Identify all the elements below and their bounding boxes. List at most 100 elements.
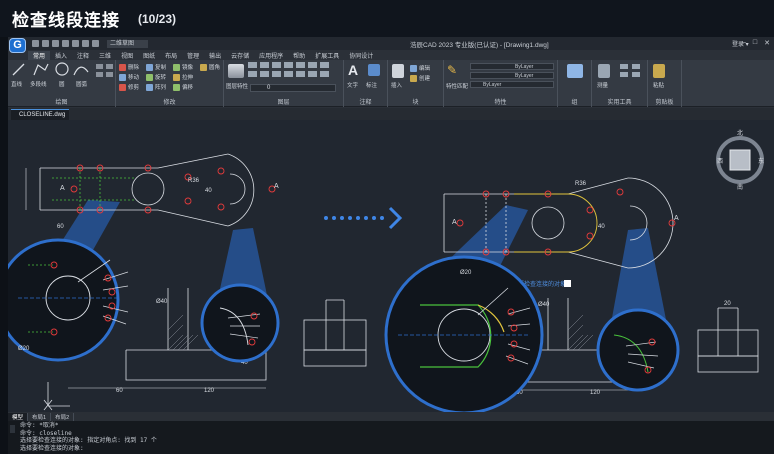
drawing-canvas[interactable]: R36 40 60 A A Ø40 40 60 120 Ø20 R36 40 A… <box>8 120 774 412</box>
left-dim-40: 40 <box>205 188 212 194</box>
open-icon[interactable] <box>42 40 49 47</box>
minimize-button[interactable]: — <box>739 39 746 47</box>
layer-properties-icon[interactable] <box>228 64 244 78</box>
tab-layout[interactable]: 布局 <box>160 51 182 60</box>
viewcube-north[interactable]: 北 <box>737 129 743 137</box>
left-magnifier-dim: Ø20 <box>18 346 30 352</box>
fillet-label: 圆角 <box>209 65 221 71</box>
fillet-button[interactable]: 圆角 <box>200 63 220 71</box>
insert-block-button[interactable]: 插入 <box>391 81 402 89</box>
move-button[interactable]: 移动 <box>119 73 139 81</box>
paste-button[interactable]: 粘贴 <box>653 81 664 89</box>
file-tab[interactable]: CLOSELINE.dwg <box>11 109 69 120</box>
tab-output[interactable]: 输出 <box>204 51 226 60</box>
layer-properties-button[interactable]: 图层特性 <box>226 82 248 90</box>
view-cube: 北 西 东 南 <box>716 129 764 191</box>
tab-home[interactable]: 常用 <box>28 50 51 60</box>
tab-layout1[interactable]: 布局1 <box>28 412 52 421</box>
offset-button[interactable]: 偏移 <box>173 83 193 91</box>
array-button[interactable]: 阵列 <box>146 83 166 91</box>
command-window[interactable]: 命令: *取消* 命令: closeline 选择要检查连接的对象: 指定对角点… <box>8 421 774 454</box>
color-dropdown[interactable]: ByLayer <box>470 63 554 70</box>
ribbon-group-utilities-label: 实用工具 <box>607 100 632 106</box>
tab-extensions[interactable]: 扩展工具 <box>310 51 344 60</box>
ribbon-group-groups-label: 组 <box>571 100 578 106</box>
ribbon-group-clipboard-label: 剪贴板 <box>655 100 674 106</box>
tab-3d[interactable]: 三维 <box>94 51 116 60</box>
mirror-button[interactable]: 镜像 <box>173 63 193 71</box>
text-button[interactable]: 文字 <box>347 81 358 89</box>
new-icon[interactable] <box>32 40 39 47</box>
tab-collab[interactable]: 协同设计 <box>344 51 378 60</box>
tab-apps[interactable]: 应用程序 <box>254 51 288 60</box>
viewcube-west[interactable]: 西 <box>717 158 723 165</box>
measure-button[interactable]: 测量 <box>597 81 608 89</box>
command-prompt[interactable]: 选择要检查连接的对象: <box>20 445 774 453</box>
left-magnifier-small <box>200 283 280 363</box>
create-block-button[interactable]: 创建 <box>410 74 430 82</box>
arc-button[interactable]: 圆弧 <box>76 80 87 88</box>
viewcube-east[interactable]: 东 <box>758 157 764 165</box>
ribbon-group-annotation-label: 注释 <box>359 100 372 106</box>
match-properties-button[interactable]: 特性匹配 <box>446 82 468 90</box>
offset-label: 偏移 <box>182 85 194 91</box>
command-line-3: 选择要检查连接的对象: 指定对角点: 找到 17 个 <box>20 437 157 444</box>
maximize-button[interactable]: □ <box>753 39 757 47</box>
command-window-grip[interactable] <box>10 425 15 433</box>
dimension-button[interactable]: 标注 <box>366 81 377 89</box>
tab-view[interactable]: 视图 <box>116 51 138 60</box>
tab-layout2[interactable]: 布局2 <box>51 412 75 421</box>
paste-icon[interactable] <box>653 64 665 78</box>
close-button[interactable]: ✕ <box>764 39 770 47</box>
tab-cloud[interactable]: 云存储 <box>226 51 254 60</box>
create-block-icon <box>410 74 417 82</box>
viewcube-south[interactable]: 南 <box>737 183 743 191</box>
dimension-icon[interactable] <box>368 64 380 76</box>
trim-button[interactable]: 修剪 <box>119 83 139 91</box>
transition-arrow <box>324 206 403 230</box>
draw-tools-icons <box>12 62 113 77</box>
copy-button[interactable]: 复制 <box>146 63 166 71</box>
polyline-button[interactable]: 多段线 <box>30 80 47 88</box>
mirror-label: 镜像 <box>182 65 194 71</box>
erase-button[interactable]: 删除 <box>119 63 139 71</box>
rotate-button[interactable]: 旋转 <box>146 73 166 81</box>
tab-sheet[interactable]: 图纸 <box>138 51 160 60</box>
edit-block-label: 编辑 <box>419 66 431 72</box>
group-icon[interactable] <box>567 64 583 78</box>
left-magnifier-large: Ø20 <box>8 238 129 362</box>
circle-button[interactable]: 圆 <box>59 80 65 88</box>
linetype-dropdown[interactable]: ByLayer <box>470 72 554 79</box>
line-button[interactable]: 直线 <box>11 80 22 88</box>
text-icon[interactable]: A <box>348 62 358 78</box>
ucs-icon <box>43 382 70 411</box>
slide-title: 检查线段连接 <box>12 11 120 30</box>
ribbon-group-modify: 删除 复制 镜像 圆角 移动 旋转 拉伸 修剪 阵列 偏移 修改 <box>116 60 224 107</box>
tab-manage[interactable]: 管理 <box>182 51 204 60</box>
trim-icon <box>119 83 126 91</box>
print-icon[interactable] <box>72 40 79 47</box>
layer-dropdown[interactable]: 0 <box>250 84 336 92</box>
edit-block-button[interactable]: 编辑 <box>410 64 430 72</box>
measure-icon[interactable] <box>598 64 610 78</box>
undo-icon[interactable] <box>82 40 89 47</box>
layout-tabs: 模型 布局1 布局2 <box>8 412 774 421</box>
save-as-icon[interactable] <box>62 40 69 47</box>
tab-annotate[interactable]: 注释 <box>72 51 94 60</box>
ribbon-group-layers-label: 图层 <box>277 100 290 106</box>
save-icon[interactable] <box>52 40 59 47</box>
lineweight-dropdown[interactable]: ByLayer <box>470 81 554 88</box>
slide-header: 检查线段连接 (10/23) <box>0 0 774 37</box>
insert-block-icon[interactable] <box>392 64 404 78</box>
tab-insert[interactable]: 插入 <box>50 51 72 60</box>
ribbon-group-clipboard: 粘贴 剪贴板 <box>648 60 682 107</box>
match-properties-icon[interactable]: ✎ <box>447 63 457 77</box>
ribbon-group-utilities: 测量 实用工具 <box>592 60 648 107</box>
workspace-select[interactable]: 二维草图 <box>107 39 149 48</box>
app-logo[interactable]: G <box>9 37 26 53</box>
redo-icon[interactable] <box>92 40 99 47</box>
tab-help[interactable]: 帮助 <box>288 51 310 60</box>
tab-model[interactable]: 模型 <box>8 412 29 421</box>
right-magnifier-dim: Ø20 <box>460 270 472 276</box>
stretch-button[interactable]: 拉伸 <box>173 73 193 81</box>
